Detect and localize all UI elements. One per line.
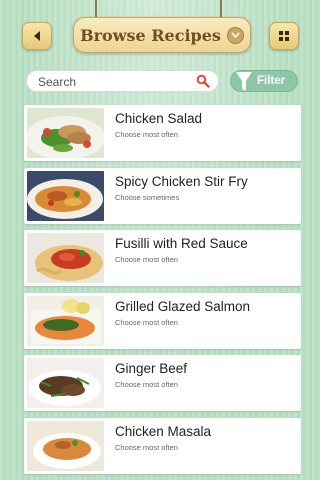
recipe-frequency: Choose most often — [115, 380, 178, 389]
recipe-card[interactable]: Chicken Salad Choose most often — [24, 105, 301, 161]
recipe-thumbnail — [27, 108, 104, 158]
recipe-card[interactable]: Fusilli with Red Sauce Choose most often — [24, 230, 301, 286]
recipe-card[interactable]: Grilled Glazed Salmon Choose most often — [24, 292, 301, 349]
recipe-name: Spicy Chicken Stir Fry — [115, 173, 248, 189]
funnel-icon — [236, 72, 252, 91]
back-arrow-icon — [34, 31, 40, 41]
recipe-frequency: Choose sometimes — [115, 192, 180, 202]
header: Browse Recipes — [0, 0, 313, 62]
grid-menu-button[interactable] — [269, 22, 299, 50]
recipe-card[interactable]: Ginger Beef Choose most often — [24, 355, 301, 411]
search-bar — [26, 70, 219, 93]
recipe-name: Chicken Masala — [115, 423, 212, 439]
recipe-thumbnail — [27, 358, 104, 408]
recipe-card[interactable]: Spicy Chicken Stir Fry Choose sometimes — [24, 167, 301, 224]
chevron-down-icon — [226, 26, 244, 44]
recipe-thumbnail — [27, 295, 104, 346]
recipe-frequency: Choose most often — [115, 317, 178, 327]
recipe-list: Chicken Salad Choose most often Spicy Ch… — [24, 105, 301, 480]
filter-button[interactable]: Filter — [230, 70, 298, 92]
page-title: Browse Recipes — [80, 25, 221, 45]
recipe-name: Grilled Glazed Salmon — [115, 298, 251, 314]
filter-label: Filter — [257, 75, 286, 87]
grid-icon — [279, 31, 289, 41]
recipe-thumbnail — [27, 170, 104, 221]
back-button[interactable] — [22, 22, 52, 50]
recipe-thumbnail — [27, 420, 104, 471]
search-icon[interactable] — [196, 74, 210, 88]
recipe-name: Ginger Beef — [115, 361, 188, 376]
title-dropdown[interactable]: Browse Recipes — [73, 17, 251, 53]
recipe-frequency: Choose most often — [115, 255, 178, 264]
recipe-name: Fusilli with Red Sauce — [115, 236, 248, 251]
recipe-thumbnail — [27, 233, 104, 283]
recipe-card[interactable]: Chicken Masala Choose most often — [24, 417, 301, 474]
recipe-frequency: Choose most often — [115, 130, 178, 139]
search-input[interactable] — [36, 71, 200, 93]
recipe-name: Chicken Salad — [115, 111, 203, 126]
recipe-frequency: Choose most often — [115, 442, 178, 452]
